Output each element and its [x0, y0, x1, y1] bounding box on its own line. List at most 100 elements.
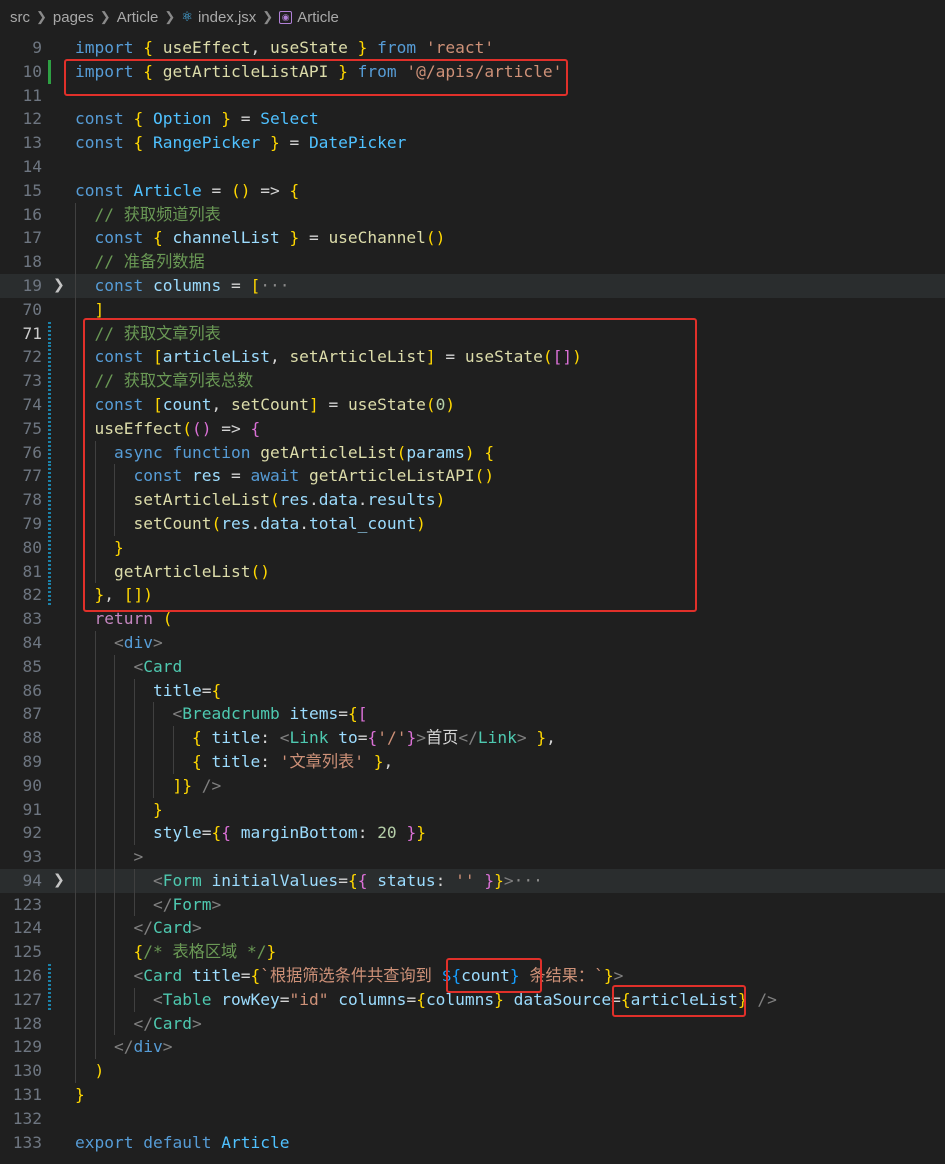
code-line[interactable]: 78 setArticleList(res.data.results)	[0, 488, 945, 512]
breadcrumb-symbol[interactable]: Article	[297, 9, 339, 26]
git-modified-marker[interactable]	[48, 535, 51, 560]
code-line[interactable]: 89 { title: '文章列表' },	[0, 749, 945, 774]
code-line[interactable]: 71 // 获取文章列表	[0, 321, 945, 346]
code-line[interactable]: 72 const [articleList, setArticleList] =…	[0, 345, 945, 370]
code-line[interactable]: 10 import { getArticleListAPI } from '@/a…	[0, 59, 945, 84]
code-text[interactable]: <Card	[75, 655, 183, 679]
code-text[interactable]: const { RangePicker } = DatePicker	[75, 131, 406, 155]
code-line[interactable]: 12 const { Option } = Select	[0, 107, 945, 131]
code-line[interactable]: 76 async function getArticleList(params)…	[0, 440, 945, 465]
code-text[interactable]: import { getArticleListAPI } from '@/api…	[75, 60, 562, 84]
code-text[interactable]: title={	[75, 679, 221, 703]
code-line[interactable]: 133 export default Article	[0, 1131, 945, 1155]
fold-chevron-icon[interactable]: ❯	[53, 274, 65, 298]
git-modified-marker[interactable]	[48, 488, 51, 512]
code-text[interactable]: <Card title={`根据筛选条件共查询到 ${count} 条结果：`}…	[75, 964, 624, 988]
breadcrumb-src[interactable]: src	[10, 9, 30, 26]
code-text[interactable]: setArticleList(res.data.results)	[75, 488, 446, 512]
fold-chevron-icon[interactable]: ❯	[53, 869, 65, 893]
code-line[interactable]: 15 const Article = () => {	[0, 179, 945, 203]
code-text[interactable]: { title: '文章列表' },	[75, 750, 393, 774]
code-text[interactable]: </div>	[75, 1035, 173, 1059]
code-text[interactable]: // 准备列数据	[75, 250, 205, 274]
code-line[interactable]: 91 }	[0, 797, 945, 822]
code-line[interactable]: 92 style={{ marginBottom: 20 }}	[0, 821, 945, 846]
code-line[interactable]: 125 {/* 表格区域 */}	[0, 940, 945, 965]
code-text[interactable]: </Card>	[75, 1012, 202, 1036]
code-text[interactable]: ]	[75, 298, 105, 322]
git-modified-marker[interactable]	[48, 583, 51, 608]
code-text[interactable]: import { useEffect, useState } from 'rea…	[75, 36, 494, 60]
code-line[interactable]: 74 const [count, setCount] = useState(0)	[0, 392, 945, 417]
code-text[interactable]: )	[75, 1059, 105, 1083]
code-line[interactable]: 128 </Card>	[0, 1011, 945, 1036]
code-text[interactable]: </Form>	[75, 893, 221, 917]
git-modified-marker[interactable]	[48, 464, 51, 489]
code-line[interactable]: 18 // 准备列数据	[0, 250, 945, 274]
code-text[interactable]: export default Article	[75, 1131, 289, 1155]
code-line[interactable]: 88 { title: <Link to={'/'}>首页</Link> },	[0, 726, 945, 750]
code-line[interactable]: 19 ❯ const columns = [···	[0, 273, 945, 298]
code-text[interactable]: // 获取文章列表总数	[75, 369, 254, 393]
code-text[interactable]: // 获取频道列表	[75, 203, 221, 227]
code-line[interactable]: 82 }, [])	[0, 583, 945, 608]
code-text[interactable]: { title: <Link to={'/'}>首页</Link> },	[75, 726, 556, 750]
code-line[interactable]: 75 useEffect(() => {	[0, 416, 945, 441]
code-text[interactable]: getArticleList()	[75, 560, 270, 584]
code-text[interactable]: <Breadcrumb items={[	[75, 702, 368, 726]
code-line[interactable]: 124 </Card>	[0, 916, 945, 941]
code-text[interactable]: }	[75, 536, 124, 560]
code-text[interactable]: // 获取文章列表	[75, 322, 221, 346]
git-modified-marker[interactable]	[48, 345, 51, 370]
code-text[interactable]: <Table rowKey="id" columns={columns} dat…	[75, 988, 777, 1012]
git-modified-marker[interactable]	[48, 559, 51, 584]
code-line[interactable]: 13 const { RangePicker } = DatePicker	[0, 131, 945, 155]
code-text[interactable]: >	[75, 845, 144, 869]
code-line[interactable]: 17 const { channelList } = useChannel()	[0, 226, 945, 251]
code-line[interactable]: 85 <Card	[0, 654, 945, 679]
git-modified-marker[interactable]	[48, 987, 51, 1012]
git-modified-marker[interactable]	[48, 440, 51, 465]
code-text[interactable]: }	[75, 798, 163, 822]
code-line[interactable]: 132	[0, 1107, 945, 1131]
code-line[interactable]: 83 return (	[0, 607, 945, 631]
code-line[interactable]: 84 <div>	[0, 630, 945, 655]
code-line[interactable]: 93 >	[0, 845, 945, 869]
code-line[interactable]: 129 </div>	[0, 1035, 945, 1060]
code-line[interactable]: 79 setCount(res.data.total_count)	[0, 511, 945, 536]
git-modified-marker[interactable]	[48, 511, 51, 536]
code-line[interactable]: 81 getArticleList()	[0, 559, 945, 584]
breadcrumb-article-folder[interactable]: Article	[117, 9, 159, 26]
code-editor[interactable]: 9 import { useEffect, useState } from 're…	[0, 36, 945, 1154]
code-line[interactable]: 11	[0, 84, 945, 108]
code-line[interactable]: 131}	[0, 1083, 945, 1107]
code-text[interactable]: const [articleList, setArticleList] = us…	[75, 345, 582, 369]
code-line[interactable]: 130 )	[0, 1059, 945, 1084]
git-modified-marker[interactable]	[48, 964, 51, 988]
code-line[interactable]: 77 const res = await getArticleListAPI()	[0, 464, 945, 489]
code-text[interactable]: ]} />	[75, 774, 222, 798]
code-line[interactable]: 86 title={	[0, 678, 945, 703]
code-text[interactable]: const [count, setCount] = useState(0)	[75, 393, 456, 417]
code-text[interactable]: </Card>	[75, 916, 202, 940]
git-modified-marker[interactable]	[48, 392, 51, 417]
code-text[interactable]: style={{ marginBottom: 20 }}	[75, 821, 426, 845]
code-line[interactable]: 123 </Form>	[0, 892, 945, 917]
git-modified-marker[interactable]	[48, 321, 51, 346]
code-line[interactable]: 127 <Table rowKey="id" columns={columns}…	[0, 987, 945, 1012]
code-line[interactable]: 70 ]	[0, 297, 945, 322]
git-modified-marker[interactable]	[48, 416, 51, 441]
code-line[interactable]: 90 ]} />	[0, 773, 945, 798]
code-text[interactable]: const res = await getArticleListAPI()	[75, 464, 495, 488]
code-text[interactable]: }	[75, 1083, 85, 1107]
code-text[interactable]: const { channelList } = useChannel()	[75, 226, 446, 250]
code-line[interactable]: 80 }	[0, 535, 945, 560]
code-text[interactable]: }, [])	[75, 583, 154, 607]
code-line[interactable]: 126 <Card title={`根据筛选条件共查询到 ${count} 条结…	[0, 964, 945, 988]
code-text[interactable]: const columns = [···	[75, 274, 290, 298]
git-added-marker[interactable]	[48, 59, 51, 84]
code-line[interactable]: 14	[0, 155, 945, 179]
code-line[interactable]: 73 // 获取文章列表总数	[0, 369, 945, 393]
code-text[interactable]: return (	[75, 607, 173, 631]
code-text[interactable]: {/* 表格区域 */}	[75, 940, 277, 964]
